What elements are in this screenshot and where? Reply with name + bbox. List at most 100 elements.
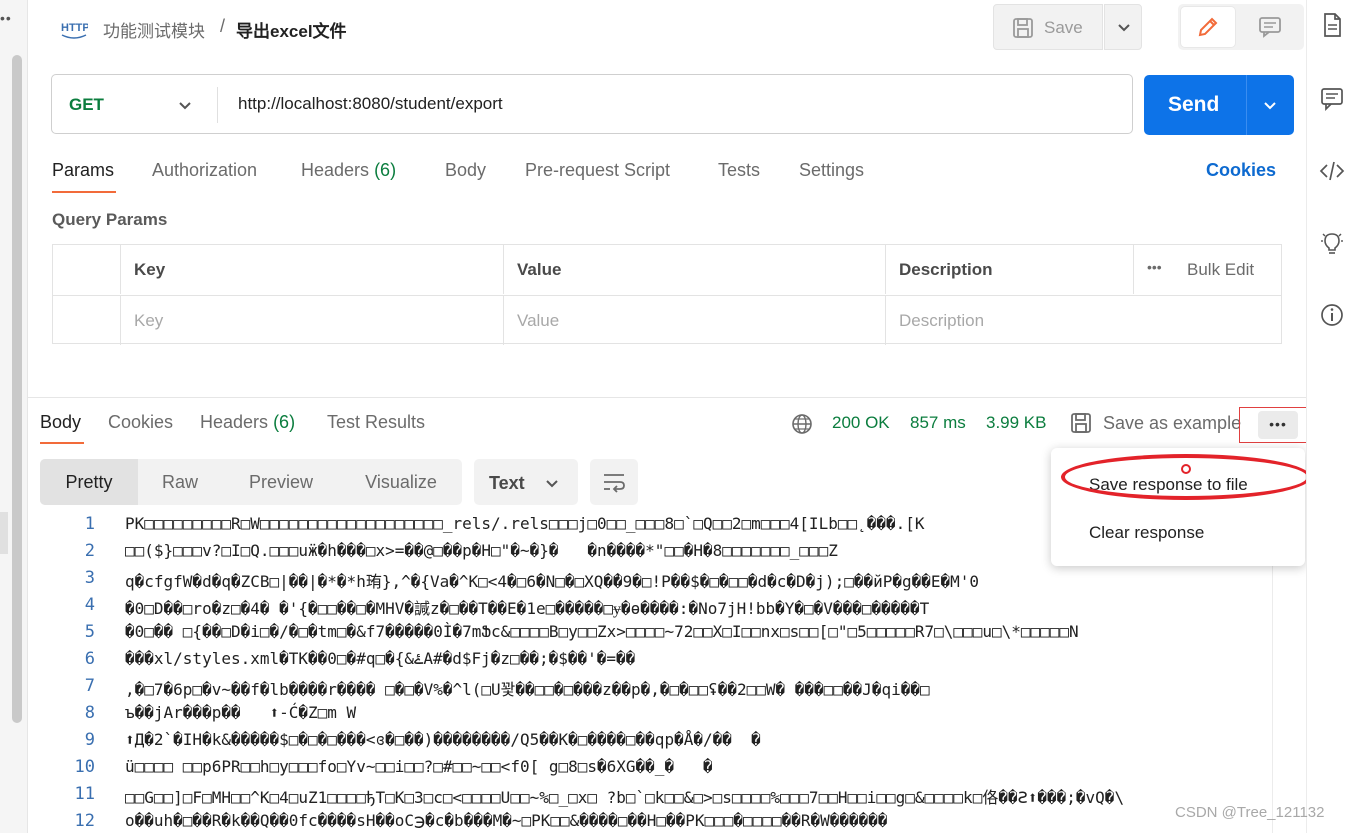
- watermark: CSDN @Tree_121132: [1175, 804, 1325, 821]
- info-icon[interactable]: [1319, 302, 1345, 328]
- annotation-highlight-ellipse: [1061, 454, 1311, 500]
- line-number: 6: [84, 649, 95, 669]
- tab-test-results[interactable]: Test Results: [327, 412, 425, 433]
- line-number: 7: [84, 676, 95, 696]
- svg-text:HTTP: HTTP: [61, 22, 88, 34]
- tab-headers[interactable]: Headers (6): [301, 160, 396, 181]
- http-method-select[interactable]: GET: [69, 95, 104, 115]
- tab-tests[interactable]: Tests: [718, 160, 760, 181]
- line-content: q�cfgfW�d�q�ZCB□|��|�*�*h珛},^�{Va�^K□<4�…: [125, 572, 980, 591]
- status-code[interactable]: 200 OK: [832, 413, 890, 433]
- document-icon[interactable]: [1319, 12, 1345, 38]
- view-preview[interactable]: Preview: [222, 459, 340, 505]
- view-visualize[interactable]: Visualize: [340, 459, 462, 505]
- line-content: ъ��jAr���p�� ⬆-Ć�Z□m W: [125, 703, 357, 722]
- save-as-example-button[interactable]: Save as example: [1103, 413, 1241, 434]
- view-mode-toggle: [1178, 4, 1304, 50]
- tab-pre-request-script[interactable]: Pre-request Script: [525, 160, 670, 181]
- code-line: 11 □□G□□]□F□MH□□^K□4□uZ1□□□□ђT□K□3□c□<□□□…: [40, 784, 1294, 811]
- tab-headers-label: Headers: [301, 160, 370, 180]
- tab-settings[interactable]: Settings: [799, 160, 864, 181]
- send-divider: [1246, 75, 1247, 135]
- cookies-link[interactable]: Cookies: [1206, 160, 1276, 181]
- menu-item-clear-response[interactable]: Clear response: [1089, 523, 1204, 543]
- line-content: �0□D��□ro�z□�4� �'{�□□��□�MHV�諴z�□��T��E…: [125, 599, 930, 618]
- request-title[interactable]: 导出excel文件: [236, 17, 347, 42]
- lightbulb-icon[interactable]: [1319, 230, 1345, 256]
- left-sidebar-rail: ••: [0, 0, 28, 833]
- line-content: �0□�� □{��□D�i□�/�□�tm□�&f7�����0Ì�7mՖc&…: [125, 622, 1079, 641]
- code-line: 9 ⬆Д�2`�IH�k&�����$□�□�□���<ɞ�□��)�������…: [40, 730, 1294, 757]
- response-view-modes: Pretty Raw Preview Visualize: [40, 459, 462, 505]
- format-select[interactable]: Text: [474, 459, 578, 505]
- http-icon: HTTP: [61, 22, 88, 39]
- save-options-button[interactable]: [1104, 4, 1142, 50]
- breadcrumb-parent[interactable]: 功能测试模块: [103, 17, 205, 42]
- active-tab-indicator: [40, 442, 84, 444]
- more-options-icon[interactable]: •••: [1258, 411, 1298, 439]
- url-bar: GET: [51, 74, 1133, 134]
- comment-icon[interactable]: [1319, 86, 1345, 112]
- code-line: 8 ъ��jAr���p�� ⬆-Ć�Z□m W: [40, 703, 1294, 730]
- sidebar-scrollbar[interactable]: [12, 55, 22, 723]
- line-content: □□($}□□□v?□I□Q.□□□uӝ�h���□x>=��@□��p�H□"…: [125, 541, 838, 560]
- pane-divider[interactable]: [28, 397, 1306, 398]
- request-header: HTTP 功能测试模块 / 导出excel文件 Save: [28, 0, 1306, 56]
- row-checkbox-cell[interactable]: [53, 296, 121, 345]
- active-tab-indicator: [52, 191, 116, 193]
- save-button[interactable]: Save: [993, 4, 1103, 50]
- line-content: ⬆Д�2`�IH�k&�����$□�□�□���<ɞ�□��)��������…: [125, 730, 761, 749]
- line-content: ,�□7�6p□�v~��f�lb����r���� □�□�V%�^l(□U꽟…: [125, 680, 930, 699]
- tab-response-body[interactable]: Body: [40, 412, 81, 433]
- url-divider: [217, 87, 218, 123]
- view-raw[interactable]: Raw: [138, 459, 222, 505]
- param-value-input[interactable]: Value: [504, 296, 886, 345]
- line-content: ü□□□□ □□p6PR□□h□y□□□fo□Yv~□□i□□?□#□□~□□<…: [125, 757, 713, 776]
- tab-headers-count: (6): [374, 160, 397, 180]
- line-number: 10: [74, 757, 95, 777]
- right-sidebar: [1306, 0, 1354, 833]
- line-number: 2: [84, 541, 95, 561]
- save-icon: [1013, 18, 1033, 38]
- line-number: 4: [84, 595, 95, 615]
- send-button-label: Send: [1168, 93, 1220, 116]
- view-pretty[interactable]: Pretty: [40, 459, 138, 505]
- wrap-lines-button[interactable]: [590, 459, 638, 505]
- checkbox-column-header: [53, 245, 121, 294]
- param-key-input[interactable]: Key: [121, 296, 504, 345]
- tab-body[interactable]: Body: [445, 160, 486, 181]
- response-size[interactable]: 3.99 KB: [986, 413, 1047, 433]
- bulk-edit-button[interactable]: Bulk Edit: [1187, 260, 1254, 280]
- code-line: 7 ,�□7�6p□�v~��f�lb����r���� □�□�V%�^l(□U…: [40, 676, 1294, 703]
- tab-response-cookies[interactable]: Cookies: [108, 412, 173, 433]
- response-tabs: Body Cookies Headers (6) Test Results 20…: [40, 412, 1306, 446]
- globe-icon[interactable]: [790, 412, 814, 436]
- tab-response-headers-label: Headers: [200, 412, 269, 432]
- query-params-title: Query Params: [52, 210, 168, 229]
- chevron-down-icon[interactable]: [177, 98, 193, 114]
- param-description-input[interactable]: Description: [886, 296, 1281, 345]
- more-dots-icon[interactable]: ••: [0, 10, 12, 26]
- request-tabs: Params Authorization Headers (6) Body Pr…: [52, 160, 1282, 196]
- table-row: Key Value Description: [53, 295, 1281, 345]
- code-line: 12 o��uh�□��R�k��Q��0fc����sH��oC℈�c�b���…: [40, 811, 1294, 833]
- tab-params[interactable]: Params: [52, 160, 114, 181]
- comment-icon: [1259, 17, 1281, 38]
- edit-mode-button[interactable]: [1181, 7, 1235, 47]
- code-line: 10 ü□□□□ □□p6PR□□h□y□□□fo□Yv~□□i□□?□#□□~□…: [40, 757, 1294, 784]
- column-header-key: Key: [121, 245, 504, 294]
- more-options-icon[interactable]: •••: [1147, 259, 1162, 275]
- tab-authorization[interactable]: Authorization: [152, 160, 257, 181]
- code-icon[interactable]: [1319, 158, 1345, 184]
- line-number: 9: [84, 730, 95, 750]
- url-input[interactable]: [238, 94, 1118, 114]
- line-number: 1: [84, 514, 95, 534]
- response-more-button[interactable]: •••: [1239, 407, 1315, 443]
- line-content: □□G□□]□F□MH□□^K□4□uZ1□□□□ђT□K□3□c□<□□□□U…: [125, 788, 1125, 807]
- line-number: 3: [84, 568, 95, 588]
- send-button[interactable]: Send: [1144, 75, 1294, 135]
- response-time[interactable]: 857 ms: [910, 413, 966, 433]
- tab-response-headers[interactable]: Headers (6): [200, 412, 295, 433]
- chevron-down-icon[interactable]: [1262, 98, 1278, 114]
- table-header-row: Key Value Description ••• Bulk Edit: [53, 245, 1281, 295]
